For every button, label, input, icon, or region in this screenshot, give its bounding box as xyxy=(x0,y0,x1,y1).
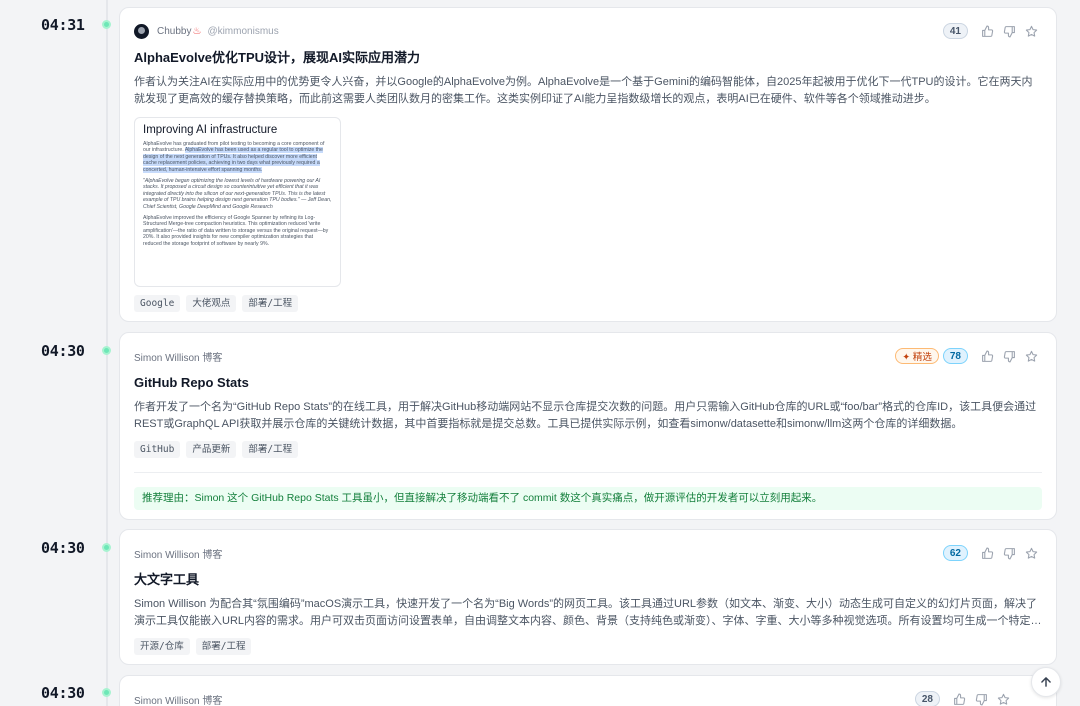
star-icon[interactable] xyxy=(1020,22,1042,40)
timeline-dot xyxy=(102,543,111,552)
thumbs-down-icon[interactable] xyxy=(998,347,1020,365)
hot-icon: ♨ xyxy=(192,25,202,37)
author-name[interactable]: Simon Willison 博客 xyxy=(134,546,222,561)
author-name[interactable]: Simon Willison 博客 xyxy=(134,692,222,706)
article-thumbnail[interactable]: Improving AI infrastructure AlphaEvolve … xyxy=(134,117,341,287)
card-summary: 作者认为关注AI在实际应用中的优势更令人兴奋，并以Google的AlphaEvo… xyxy=(134,76,1033,105)
recommendation-reason: 推荐理由：Simon 这个 GitHub Repo Stats 工具虽小，但直接… xyxy=(134,487,1042,510)
news-card[interactable]: Chubby ♨ @kimmonismus 41 AlphaEvolve优化TP… xyxy=(119,7,1057,322)
entry-time: 04:30 xyxy=(41,684,85,702)
score-badge: 62 xyxy=(942,545,968,561)
card-title[interactable]: GitHub Repo Stats xyxy=(134,375,1042,391)
score-badge: 41 xyxy=(942,23,968,39)
timeline-dot xyxy=(102,688,111,697)
news-card[interactable]: Simon Willison 博客 62 大文字工具 Simon Williso… xyxy=(119,529,1057,665)
tag[interactable]: 部署/工程 xyxy=(242,441,299,458)
tag[interactable]: 部署/工程 xyxy=(195,638,252,655)
tag[interactable]: 部署/工程 xyxy=(242,295,299,312)
star-icon[interactable] xyxy=(992,690,1014,706)
tag[interactable]: 开源/仓库 xyxy=(134,638,190,655)
entry-time: 04:31 xyxy=(41,16,85,34)
thumbs-up-icon[interactable] xyxy=(948,690,970,706)
author-handle[interactable]: @kimmonismus xyxy=(207,26,278,37)
star-icon[interactable] xyxy=(1020,544,1042,562)
thumbnail-quote: "AlphaEvolve began optimizing the lowest… xyxy=(143,178,332,210)
thumbs-down-icon[interactable] xyxy=(970,690,992,706)
avatar xyxy=(134,23,149,39)
arrow-up-icon xyxy=(1041,677,1051,687)
scroll-to-top-button[interactable] xyxy=(1031,667,1061,697)
news-card[interactable]: Simon Willison 博客 28 xyxy=(119,675,1057,706)
thumbs-down-icon[interactable] xyxy=(998,22,1020,40)
star-icon[interactable] xyxy=(1020,347,1042,365)
thumbs-up-icon[interactable] xyxy=(976,22,998,40)
author-name[interactable]: Chubby xyxy=(157,26,191,37)
timeline-dot xyxy=(102,20,111,29)
entry-time: 04:30 xyxy=(41,342,85,360)
thumbs-up-icon[interactable] xyxy=(976,544,998,562)
thumbs-down-icon[interactable] xyxy=(998,544,1020,562)
thumbnail-paragraph: AlphaEvolve has graduated from pilot tes… xyxy=(143,141,325,173)
tag-list: GitHub 产品更新 部署/工程 xyxy=(134,441,1042,458)
tag-list: Google 大佬观点 部署/工程 xyxy=(134,295,1042,312)
featured-badge: ✦ 精选 xyxy=(895,348,939,364)
thumbnail-title: Improving AI infrastructure xyxy=(143,124,278,136)
score-badge: 78 xyxy=(942,348,968,364)
entry-time: 04:30 xyxy=(41,539,85,557)
timeline-dot xyxy=(102,346,111,355)
card-title[interactable]: 大文字工具 xyxy=(134,572,1042,588)
score-badge: 28 xyxy=(914,691,940,706)
author-name[interactable]: Simon Willison 博客 xyxy=(134,349,222,364)
tag[interactable]: GitHub xyxy=(134,441,181,458)
tag[interactable]: Google xyxy=(134,295,181,312)
tag[interactable]: 产品更新 xyxy=(186,441,237,458)
card-summary: 作者开发了一个名为“GitHub Repo Stats”的在线工具，用于解决Gi… xyxy=(134,401,1037,430)
tag[interactable]: 大佬观点 xyxy=(186,295,237,312)
divider xyxy=(134,472,1042,473)
tag-list: 开源/仓库 部署/工程 xyxy=(134,638,1042,655)
thumbnail-paragraph: AlphaEvolve improved the efficiency of G… xyxy=(143,215,329,247)
card-summary: Simon Willison 为配合其“氛围编码”macOS演示工具，快速开发了… xyxy=(134,598,1042,627)
card-title[interactable]: AlphaEvolve优化TPU设计，展现AI实际应用潜力 xyxy=(134,50,1042,66)
thumbs-up-icon[interactable] xyxy=(976,347,998,365)
news-card[interactable]: Simon Willison 博客 ✦ 精选 78 GitHub Repo St… xyxy=(119,332,1057,520)
